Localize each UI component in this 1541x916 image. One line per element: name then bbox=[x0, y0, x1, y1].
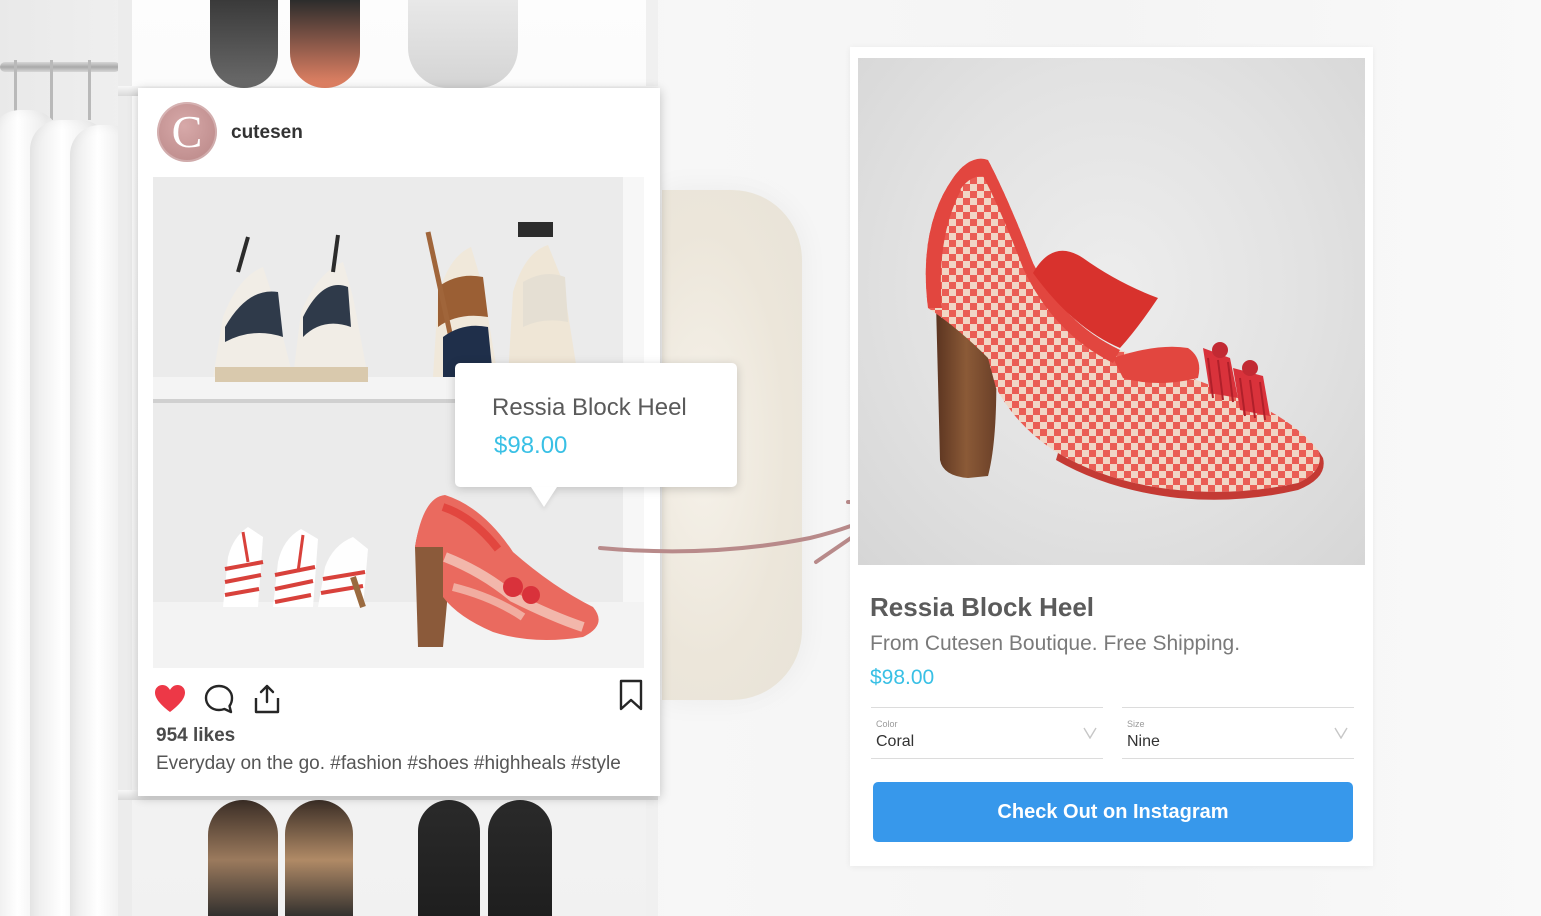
size-select[interactable]: Size Nine bbox=[1122, 707, 1354, 759]
background-shoe bbox=[208, 800, 278, 916]
background-shoe bbox=[285, 800, 353, 916]
username[interactable]: cutesen bbox=[231, 122, 303, 144]
comment-icon[interactable] bbox=[202, 682, 236, 716]
hanger bbox=[50, 60, 53, 120]
background-shoe bbox=[210, 0, 278, 88]
product-detail-card: Ressia Block Heel From Cutesen Boutique.… bbox=[850, 47, 1373, 866]
chevron-down-icon bbox=[1083, 727, 1097, 739]
product-title: Ressia Block Heel bbox=[870, 592, 1095, 622]
tooltip-product-price: $98.00 bbox=[494, 432, 568, 459]
background-shoe bbox=[408, 0, 518, 88]
color-select[interactable]: Color Coral bbox=[871, 707, 1103, 759]
post-caption: Everyday on the go. #fashion #shoes #hig… bbox=[156, 753, 621, 774]
post-header: C cutesen bbox=[138, 88, 660, 176]
share-icon[interactable] bbox=[250, 682, 284, 716]
background-shoe bbox=[488, 800, 552, 916]
color-select-label: Color bbox=[876, 719, 898, 729]
red-loafer-heel-image bbox=[925, 158, 1324, 500]
hanger bbox=[88, 60, 91, 120]
avatar-letter: C bbox=[171, 105, 203, 157]
color-select-value: Coral bbox=[876, 733, 915, 750]
chevron-down-icon bbox=[1334, 727, 1348, 739]
size-select-value: Nine bbox=[1127, 733, 1160, 750]
likes-count[interactable]: 954 likes bbox=[156, 725, 235, 747]
product-price: $98.00 bbox=[870, 666, 935, 689]
size-select-label: Size bbox=[1127, 719, 1145, 729]
product-subtitle: From Cutesen Boutique. Free Shipping. bbox=[870, 632, 1241, 655]
background-shoe bbox=[418, 800, 480, 916]
heart-icon[interactable] bbox=[153, 682, 187, 716]
bookmark-icon[interactable] bbox=[614, 678, 648, 712]
post-actions bbox=[138, 678, 660, 718]
check-out-on-instagram-button[interactable]: Check Out on Instagram bbox=[873, 782, 1353, 842]
product-tag-tooltip[interactable]: Ressia Block Heel $98.00 bbox=[455, 363, 737, 487]
tooltip-product-name: Ressia Block Heel bbox=[492, 394, 687, 421]
clothes-rail bbox=[0, 62, 120, 72]
product-photo bbox=[858, 58, 1365, 565]
avatar[interactable]: C bbox=[157, 102, 217, 162]
background-shoe bbox=[290, 0, 360, 88]
